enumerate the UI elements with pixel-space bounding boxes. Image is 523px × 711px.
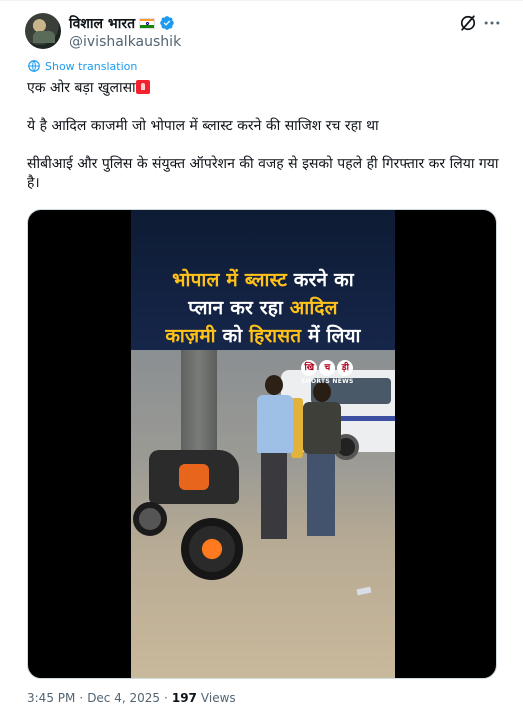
headline-word: आदिल — [289, 297, 338, 319]
headline-word: काज़मी — [165, 325, 216, 347]
siren-emoji-icon — [135, 80, 150, 94]
scene-person-officer — [255, 375, 295, 545]
tweet-card: विशाल भारत @ivishalkaushik Show translat… — [0, 0, 523, 711]
tweet-line-2: ये है आदिल काजमी जो भोपाल में ब्लास्ट कर… — [27, 118, 379, 134]
headline-word: प्लान कर रहा — [188, 297, 290, 319]
scene-motorcycle-rear-wheel — [133, 502, 167, 536]
video-headline-line-1: भोपाल में ब्लास्ट करने का — [131, 267, 395, 293]
watermark-text: SHORTS NEWS — [301, 378, 354, 385]
show-translation-label: Show translation — [45, 59, 138, 73]
video-headline: भोपाल में ब्लास्ट करने का प्लान कर रहा आ… — [131, 210, 395, 350]
scene-person-detained — [299, 382, 345, 542]
watermark-char: ड़ी — [337, 360, 354, 376]
khichdi-watermark-logo: खि च ड़ी SHORTS NEWS — [301, 360, 354, 385]
scene-motorcycle-tank — [179, 464, 209, 490]
meta-separator: · — [164, 691, 168, 705]
meta-separator: · — [79, 691, 84, 705]
watermark-char: खि — [301, 360, 318, 376]
handle[interactable]: @ivishalkaushik — [69, 34, 181, 50]
display-name[interactable]: विशाल भारत — [69, 14, 135, 33]
scene-ground-paper — [356, 586, 372, 596]
india-flag-icon — [139, 17, 156, 29]
verified-badge-icon — [160, 16, 174, 30]
name-row: विशाल भारत — [69, 13, 181, 33]
post-time[interactable]: 3:45 PM — [27, 691, 75, 705]
views-count: 197 — [171, 691, 197, 705]
headline-word: को — [215, 325, 250, 347]
headline-word: करने का — [286, 269, 354, 291]
video-scene — [131, 350, 395, 678]
headline-word: ब्लास्ट — [244, 269, 287, 291]
tweet-line-3: सीबीआई और पुलिस के संयुक्त ऑपरेशन की वजह… — [27, 156, 499, 191]
video-headline-line-3: काज़मी को हिरासत में लिया — [131, 323, 395, 349]
tweet-text: एक ओर बड़ा खुलासा ये है आदिल काजमी जो भो… — [27, 79, 507, 212]
avatar[interactable] — [25, 13, 61, 49]
grok-icon[interactable] — [458, 13, 478, 33]
show-translation-link[interactable]: Show translation — [27, 59, 137, 73]
post-date[interactable]: Dec 4, 2025 — [87, 691, 160, 705]
tweet-line-1-text: एक ओर बड़ा खुलासा — [27, 80, 136, 96]
views-label: Views — [200, 691, 236, 705]
scene-motorcycle-front-wheel — [181, 518, 243, 580]
tweet-meta: 3:45 PM · Dec 4, 2025 · 197 Views — [27, 691, 236, 705]
headline-word: में लिया — [301, 325, 361, 347]
tweet-line-1: एक ओर बड़ा खुलासा — [27, 79, 507, 98]
video-media[interactable]: भोपाल में ब्लास्ट करने का प्लान कर रहा आ… — [27, 209, 497, 679]
watermark-char: च — [319, 360, 336, 376]
headline-word: हिरासत — [249, 325, 302, 347]
video-headline-line-2: प्लान कर रहा आदिल — [131, 295, 395, 321]
author-block: विशाल भारत @ivishalkaushik — [69, 13, 181, 51]
video-frame[interactable]: भोपाल में ब्लास्ट करने का प्लान कर रहा आ… — [131, 210, 395, 678]
headline-word: भोपाल में — [172, 269, 245, 291]
more-horizontal-icon[interactable] — [482, 13, 502, 33]
translate-icon — [28, 60, 40, 72]
